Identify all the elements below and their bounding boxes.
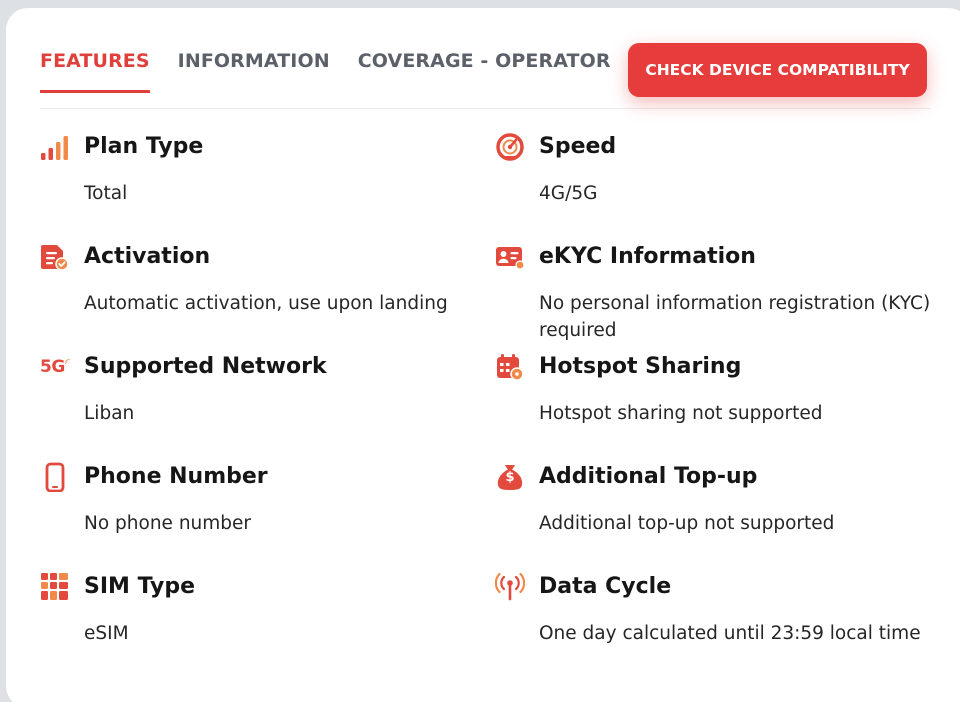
signal-bars-icon: [40, 132, 70, 162]
money-bag-icon: $: [495, 462, 525, 492]
feature-value: No phone number: [84, 513, 252, 534]
feature-value: 4G/5G: [539, 183, 598, 204]
feature-title: Supported Network: [84, 354, 327, 379]
feature-value: No personal information registration (KY…: [539, 293, 931, 341]
tab-coverage-operator[interactable]: COVERAGE - OPERATOR: [358, 50, 611, 93]
feature-title: Phone Number: [84, 464, 268, 489]
feature-value: Hotspot sharing not supported: [539, 403, 823, 424]
feature-title: Hotspot Sharing: [539, 354, 742, 379]
tab-information[interactable]: INFORMATION: [178, 50, 330, 93]
tab-bar: FEATURES INFORMATION COVERAGE - OPERATOR: [40, 50, 611, 93]
smartphone-icon: [40, 462, 70, 492]
speedometer-icon: [495, 132, 525, 162]
feature-value: eSIM: [84, 623, 129, 644]
sim-card-icon: [40, 572, 70, 602]
feature-title: SIM Type: [84, 574, 195, 599]
feature-title: Data Cycle: [539, 574, 672, 599]
tab-features[interactable]: FEATURES: [40, 50, 150, 93]
broadcast-antenna-icon: [495, 572, 525, 602]
feature-value: Total: [84, 183, 128, 204]
feature-value: One day calculated until 23:59 local tim…: [539, 623, 921, 644]
feature-value: Additional top-up not supported: [539, 513, 835, 534]
feature-title: Plan Type: [84, 134, 204, 159]
5g-network-icon: 5G: [40, 352, 70, 382]
feature-title: Activation: [84, 244, 211, 269]
feature-value: Liban: [84, 403, 135, 424]
calendar-hotspot-icon: [495, 352, 525, 382]
dollar-sign: $: [505, 470, 515, 485]
check-device-compatibility-button[interactable]: CHECK DEVICE COMPATIBILITY: [628, 43, 927, 97]
feature-title: Additional Top-up: [539, 464, 758, 489]
feature-value: Automatic activation, use upon landing: [84, 293, 448, 314]
tab-divider: [40, 108, 930, 109]
id-card-icon: [495, 242, 525, 272]
feature-title: eKYC Information: [539, 244, 756, 269]
5g-label: 5G: [40, 357, 65, 377]
document-check-icon: [40, 242, 70, 272]
feature-title: Speed: [539, 134, 617, 159]
